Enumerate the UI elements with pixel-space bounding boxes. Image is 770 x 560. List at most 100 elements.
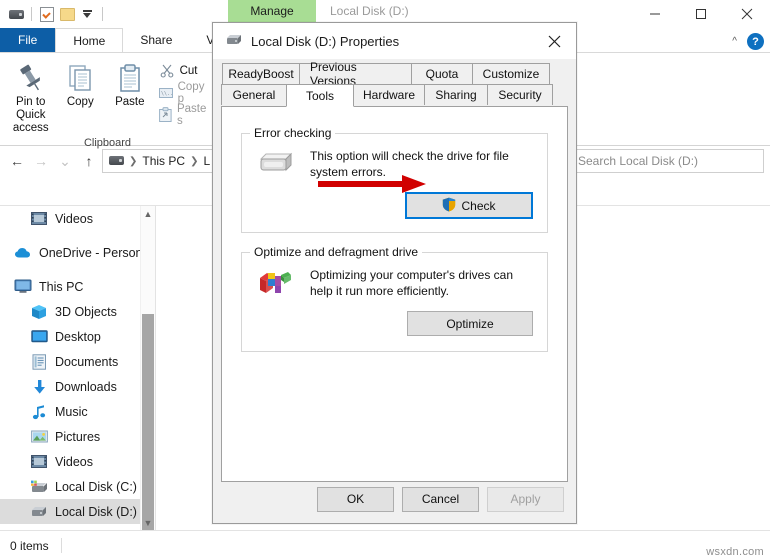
desktop-icon [30, 328, 48, 346]
cancel-button[interactable]: Cancel [402, 486, 479, 512]
error-checking-button-row: Check [242, 192, 547, 231]
dialog-content: Error checking This option will check th… [221, 106, 568, 482]
dialog-tab-quota[interactable]: Quota [411, 63, 473, 84]
paste-shortcut-button[interactable]: Paste s [158, 103, 209, 127]
scroll-thumb[interactable] [142, 314, 154, 531]
navigation-pane: Videos OneDrive - Personal This PC 3D Objec… [0, 206, 155, 531]
help-icon[interactable]: ? [747, 33, 764, 50]
copy-button[interactable]: Copy [56, 57, 106, 109]
optimize-button-label: Optimize [446, 316, 494, 331]
optimize-button[interactable]: Optimize [407, 311, 533, 336]
clipboard-small-commands: Cut \\.. Copy p Paste s [158, 57, 209, 127]
breadcrumb-item-this-pc[interactable]: This PC [142, 154, 185, 168]
tab-file[interactable]: File [0, 28, 56, 52]
pin-to-quick-access-button[interactable]: Pin to Quick access [6, 57, 56, 135]
copy-path-label: Copy p [177, 80, 205, 105]
file-explorer-window: Manage Local Disk (D:) File Home Share V… [0, 0, 770, 560]
sidebar-item-label: Music [55, 404, 88, 419]
properties-dialog: Local Disk (D:) Properties ReadyBoost Pre… [212, 22, 577, 524]
sidebar-item-label: Videos [55, 211, 93, 226]
search-input[interactable]: Search Local Disk (D:) [551, 149, 764, 173]
maximize-button[interactable] [678, 0, 724, 28]
this-pc-icon [14, 278, 32, 296]
collapse-ribbon-icon[interactable]: ^ [732, 36, 737, 47]
dialog-tab-strip: ReadyBoost Previous Versions Quota Customiz… [213, 59, 576, 107]
paste-button[interactable]: Paste [105, 57, 155, 109]
sidebar-item-local-disk-c[interactable]: Local Disk (C:) [0, 474, 155, 499]
sidebar-item-desktop[interactable]: Desktop [0, 324, 155, 349]
back-button[interactable]: ← [6, 150, 28, 172]
tab-home[interactable]: Home [55, 28, 124, 52]
scroll-up-icon[interactable]: ▲ [141, 206, 155, 222]
chevron-right-icon: ❯ [190, 155, 199, 167]
minimize-button[interactable] [632, 0, 678, 28]
dialog-tab-previous-versions[interactable]: Previous Versions [299, 60, 412, 88]
tab-share[interactable]: Share [123, 28, 189, 52]
paste-shortcut-icon [158, 107, 172, 123]
defrag-icon [256, 267, 296, 299]
item-count: 0 items [10, 538, 49, 553]
nav-scrollbar[interactable]: ▲ ▼ [140, 206, 155, 531]
customize-dropdown-icon[interactable] [79, 6, 95, 22]
close-button[interactable] [724, 0, 770, 28]
chevron-right-icon: ❯ [129, 155, 138, 167]
contextual-tab-manage[interactable]: Manage [228, 0, 316, 22]
sidebar-item-label: Pictures [55, 429, 101, 444]
recent-locations-button[interactable]: ⌄ [54, 150, 76, 172]
sidebar-item-documents[interactable]: Documents [0, 349, 155, 374]
pin-icon [17, 61, 45, 93]
navigation-tree: Videos OneDrive - Personal This PC 3D Objec… [0, 206, 155, 531]
divider [60, 538, 62, 553]
svg-text:\\..: \\.. [161, 91, 173, 97]
scissors-icon [159, 63, 175, 79]
ok-button[interactable]: OK [317, 486, 394, 512]
sidebar-item-music[interactable]: Music [0, 399, 155, 424]
dialog-tab-customize[interactable]: Customize [472, 63, 550, 84]
dialog-tab-readyboost[interactable]: ReadyBoost [222, 63, 300, 84]
pin-to-quick-access-label: Pin to Quick access [12, 96, 49, 134]
watermark: wsxdn.com [706, 546, 764, 558]
properties-checkmark-icon[interactable] [39, 6, 55, 22]
sidebar-item-3d-objects[interactable]: 3D Objects [0, 299, 155, 324]
divider [102, 7, 103, 21]
drive-icon [109, 154, 124, 168]
dialog-tab-tools[interactable]: Tools [286, 84, 354, 107]
optimize-legend: Optimize and defragment drive [250, 245, 423, 259]
sidebar-item-onedrive-personal[interactable]: OneDrive - Personal [0, 240, 155, 265]
sidebar-item-label: OneDrive - Personal [39, 245, 153, 260]
error-checking-description: This option will check the drive for fil… [310, 149, 509, 179]
sidebar-item-downloads[interactable]: Downloads [0, 374, 155, 399]
paste-label: Paste [115, 96, 145, 108]
check-button[interactable]: Check [405, 192, 533, 219]
drive-icon[interactable] [8, 6, 24, 22]
forward-button[interactable]: → [30, 150, 52, 172]
up-button[interactable]: ↑ [78, 150, 100, 172]
sidebar-item-videos[interactable]: Videos [0, 449, 155, 474]
breadcrumb-item-local-disk[interactable]: L [203, 154, 210, 168]
music-icon [30, 403, 48, 421]
ribbon-group-clipboard: Pin to Quick access Copy Paste Cut \\.. … [0, 53, 215, 149]
sidebar-item-label: Downloads [55, 379, 117, 394]
sidebar-item-local-disk-d[interactable]: Local Disk (D:) [0, 499, 155, 524]
local-disk-c-icon [30, 478, 48, 496]
sidebar-item-label: Documents [55, 354, 119, 369]
sidebar-item-videos[interactable]: Videos [0, 206, 155, 231]
dialog-tab-label: ReadyBoost [228, 67, 294, 81]
dialog-tab-label: Customize [482, 67, 540, 81]
dialog-tab-general[interactable]: General [221, 84, 287, 105]
dialog-tab-label: General [232, 88, 276, 102]
copy-path-icon: \\.. [158, 85, 173, 101]
search-placeholder: Search Local Disk (D:) [578, 154, 699, 168]
onedrive-icon [14, 244, 32, 262]
window-title: Local Disk (D:) [330, 4, 409, 18]
new-folder-icon[interactable] [59, 6, 75, 22]
cut-button[interactable]: Cut [159, 61, 209, 80]
dialog-tab-hardware[interactable]: Hardware [353, 84, 425, 105]
dialog-close-button[interactable] [532, 23, 576, 59]
dialog-tab-security[interactable]: Security [487, 84, 553, 105]
sidebar-item-pictures[interactable]: Pictures [0, 424, 155, 449]
dialog-tab-sharing[interactable]: Sharing [424, 84, 488, 105]
sidebar-item-this-pc[interactable]: This PC [0, 274, 155, 299]
copy-path-button[interactable]: \\.. Copy p [158, 80, 209, 105]
scroll-down-icon[interactable]: ▼ [141, 515, 155, 531]
